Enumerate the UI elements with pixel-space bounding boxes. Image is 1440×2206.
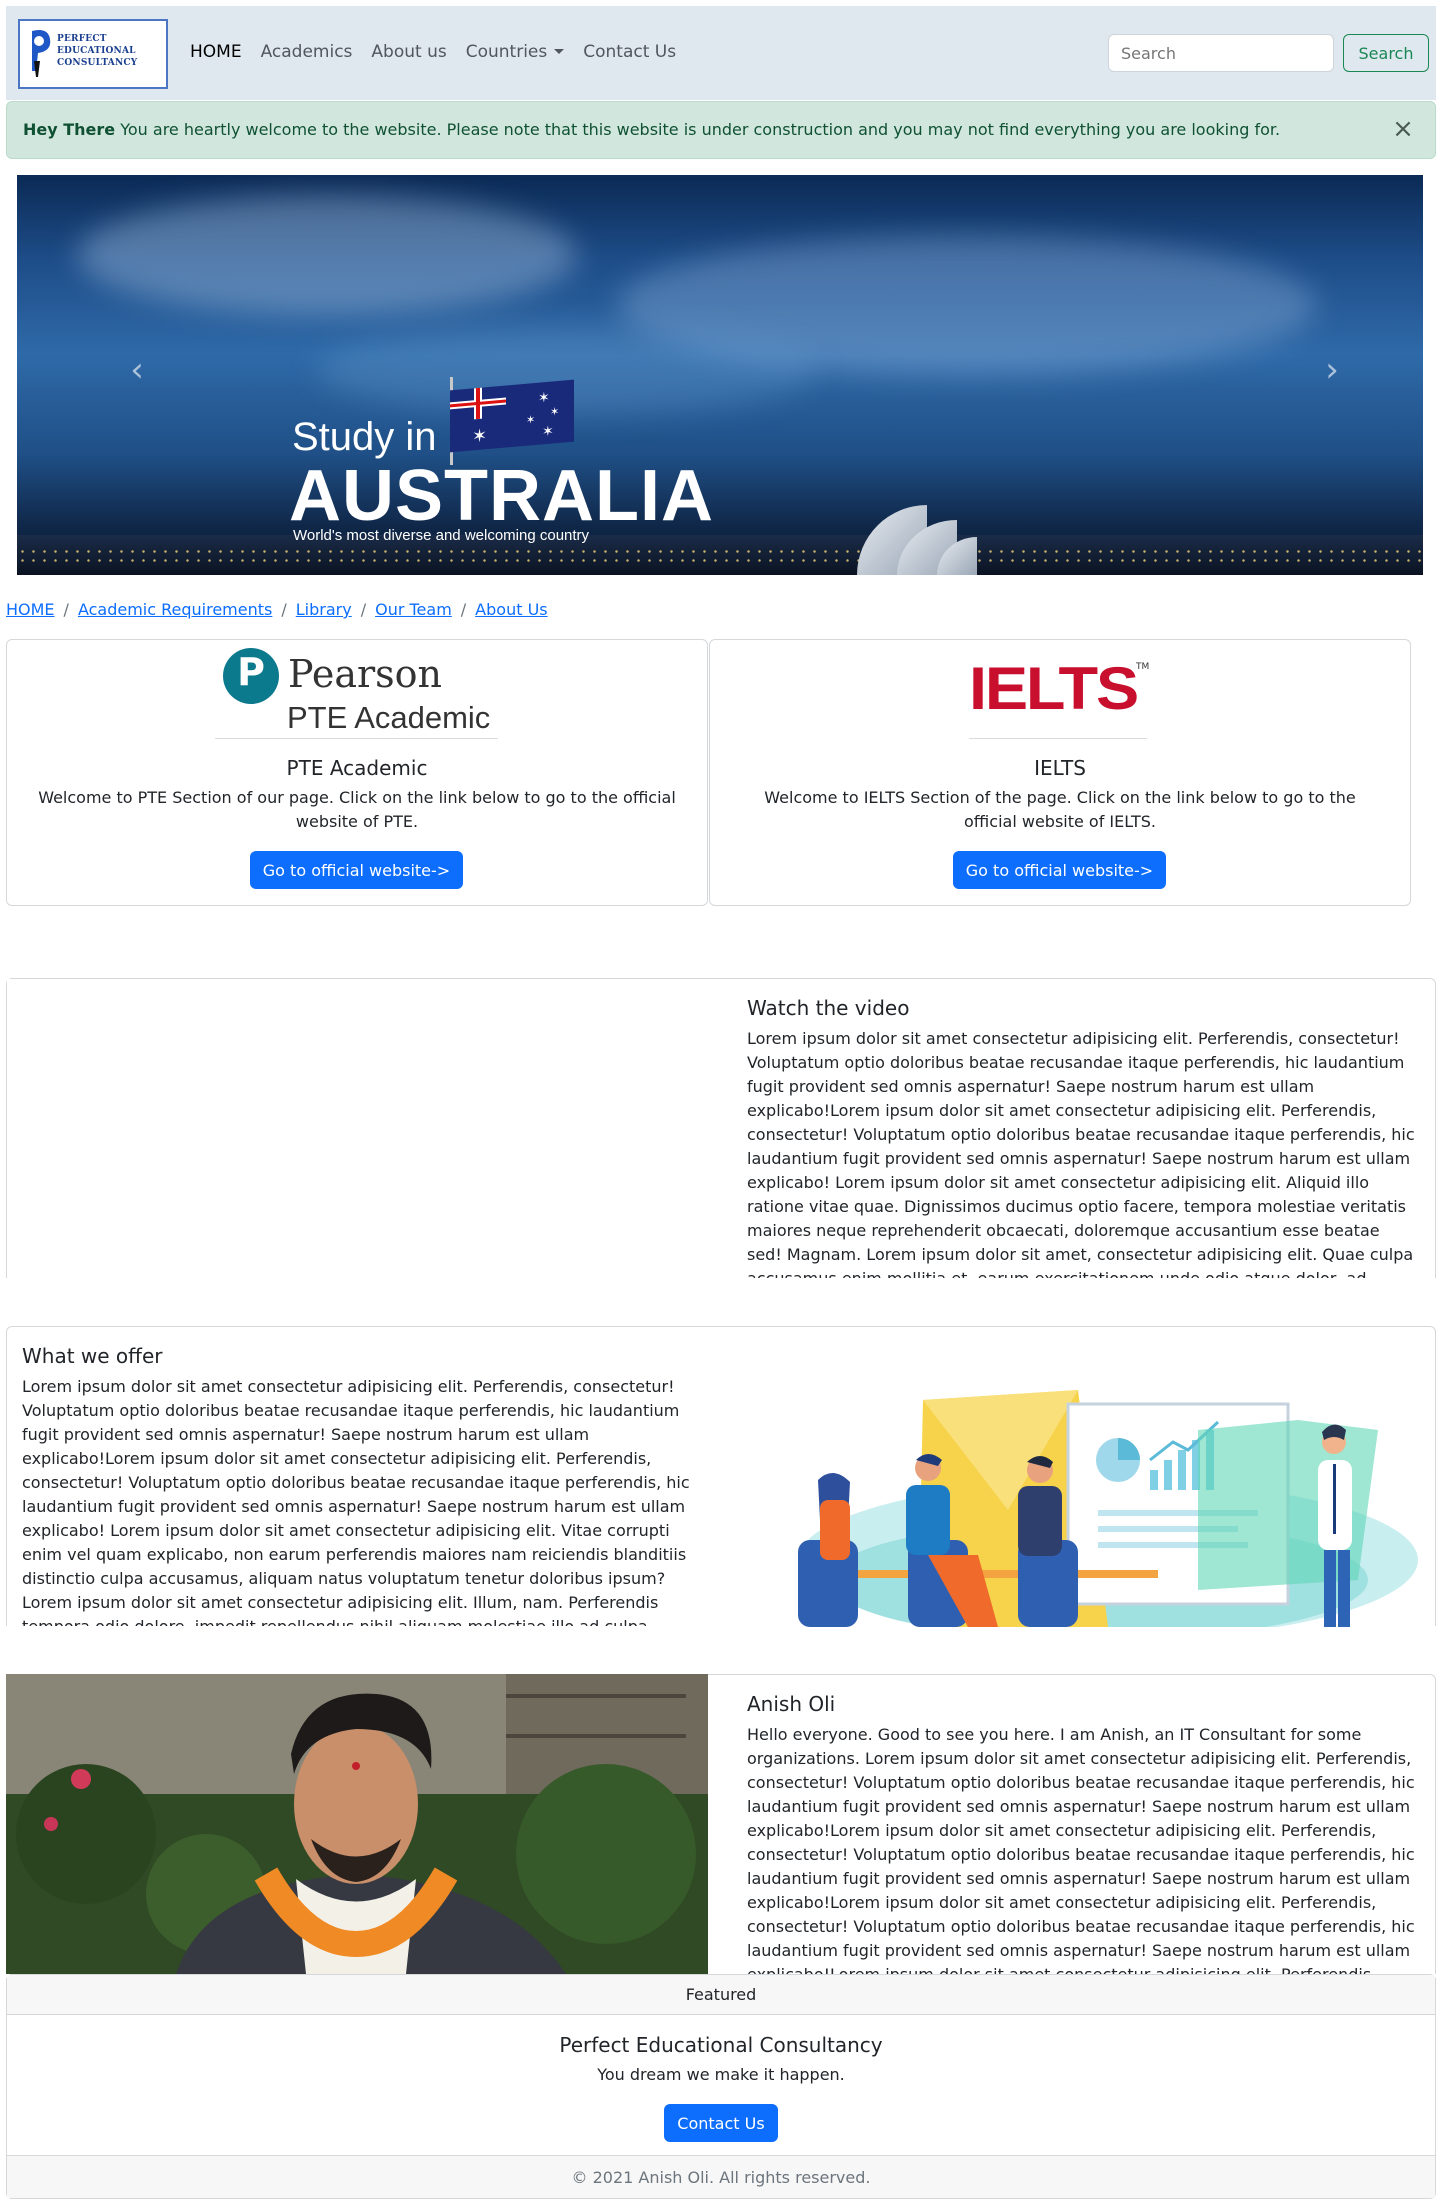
- profile-name: Anish Oli: [747, 1692, 836, 1716]
- breadcrumb-our-team[interactable]: Our Team: [375, 600, 452, 619]
- profile-photo: [6, 1674, 708, 1974]
- pen-logo-icon: [32, 30, 51, 77]
- breadcrumb-library[interactable]: Library: [296, 600, 352, 619]
- breadcrumb-separator: /: [63, 600, 69, 619]
- pte-logo-sub: PTE Academic: [287, 700, 491, 735]
- ielts-logo: IELTS: [969, 655, 1139, 722]
- breadcrumb-separator: /: [460, 600, 467, 619]
- brand-logo[interactable]: PERFECT EDUCATIONAL CONSULTANCY: [18, 19, 168, 89]
- hero-line-1: Study in: [292, 415, 437, 459]
- card-divider: [969, 738, 1147, 739]
- featured-title: Perfect Educational Consultancy: [559, 2033, 883, 2057]
- contact-us-button[interactable]: Contact Us: [664, 2104, 778, 2142]
- nav-links: HOME Academics About us Countries Contac…: [190, 42, 695, 62]
- caret-down-icon: [554, 49, 565, 54]
- featured-header: Featured: [7, 1975, 1435, 2015]
- city-lights: [17, 547, 1423, 567]
- nav-countries-dropdown[interactable]: Countries: [466, 42, 565, 62]
- video-section-title: Watch the video: [747, 996, 910, 1020]
- pearson-logo-icon: P: [223, 648, 279, 704]
- card-divider: [215, 738, 498, 739]
- hero-carousel: ✶ ✶ ✶ ✶ ✶ Study in AUSTRALIA World's mos…: [17, 175, 1423, 575]
- nav-home[interactable]: HOME: [190, 42, 242, 62]
- pearson-logo-letter: P: [237, 650, 265, 694]
- copyright-footer: © 2021 Anish Oli. All rights reserved.: [7, 2155, 1435, 2198]
- ielts-official-website-button[interactable]: Go to official website->: [953, 851, 1166, 889]
- search-input[interactable]: [1108, 34, 1334, 72]
- pte-card-title: PTE Academic: [286, 756, 428, 780]
- pearson-logo-word: Pearson: [288, 652, 443, 696]
- city-skyline: [17, 535, 1423, 575]
- video-section-text: Lorem ipsum dolor sit amet consectetur a…: [747, 1029, 1415, 1278]
- offer-section-text: Lorem ipsum dolor sit amet consectetur a…: [22, 1377, 690, 1626]
- alert-message: You are heartly welcome to the website. …: [120, 120, 1281, 139]
- nav-about[interactable]: About us: [371, 42, 446, 62]
- sky-cloud: [77, 195, 577, 315]
- breadcrumb-about-us[interactable]: About Us: [475, 600, 547, 619]
- featured-tagline: You dream we make it happen.: [597, 2065, 845, 2084]
- nav-contact[interactable]: Contact Us: [583, 42, 676, 62]
- profile-bio: Hello everyone. Good to see you here. I …: [747, 1725, 1415, 1974]
- nav-countries-label: Countries: [465, 42, 548, 62]
- search-button[interactable]: Search: [1343, 34, 1429, 72]
- person-photo-icon: [6, 1674, 708, 1974]
- brand-line-3: CONSULTANCY: [57, 58, 138, 68]
- navbar: PERFECT EDUCATIONAL CONSULTANCY HOME Aca…: [6, 6, 1436, 100]
- offer-section-title: What we offer: [22, 1344, 163, 1368]
- featured-card: Featured Perfect Educational Consultancy…: [6, 1974, 1436, 2199]
- hero-line-3: World's most diverse and welcoming count…: [293, 527, 590, 544]
- carousel-next-icon[interactable]: ›: [1317, 350, 1347, 390]
- hero-line-2: AUSTRALIA: [289, 456, 714, 536]
- close-icon[interactable]: ×: [1391, 116, 1415, 142]
- carousel-prev-icon[interactable]: ‹: [122, 350, 152, 390]
- ielts-card-title: IELTS: [1034, 756, 1086, 780]
- brand-name: PERFECT EDUCATIONAL CONSULTANCY: [57, 33, 137, 69]
- welcome-alert: Hey There You are heartly welcome to the…: [6, 101, 1436, 159]
- breadcrumb: HOME / Academic Requirements / Library /…: [6, 600, 548, 619]
- breadcrumb-separator: /: [360, 600, 367, 619]
- australia-flag-icon: ✶ ✶ ✶ ✶ ✶: [450, 379, 574, 453]
- breadcrumb-home[interactable]: HOME: [6, 600, 55, 619]
- brand-line-2: EDUCATIONAL: [57, 46, 136, 56]
- breadcrumb-separator: /: [281, 600, 287, 619]
- ielts-trademark: TM: [1136, 662, 1150, 672]
- ielts-card-text: Welcome to IELTS Section of the page. Cl…: [764, 788, 1356, 831]
- brand-line-1: PERFECT: [57, 34, 107, 44]
- pte-card-text: Welcome to PTE Section of our page. Clic…: [38, 788, 676, 831]
- nav-academics[interactable]: Academics: [261, 42, 353, 62]
- pte-official-website-button[interactable]: Go to official website->: [250, 851, 463, 889]
- alert-heading: Hey There: [23, 120, 116, 139]
- breadcrumb-academic-requirements[interactable]: Academic Requirements: [78, 600, 272, 619]
- video-player[interactable]: [7, 979, 709, 1276]
- meeting-illustration-icon: [798, 1390, 1418, 1627]
- presentation-illustration: [778, 1390, 1418, 1627]
